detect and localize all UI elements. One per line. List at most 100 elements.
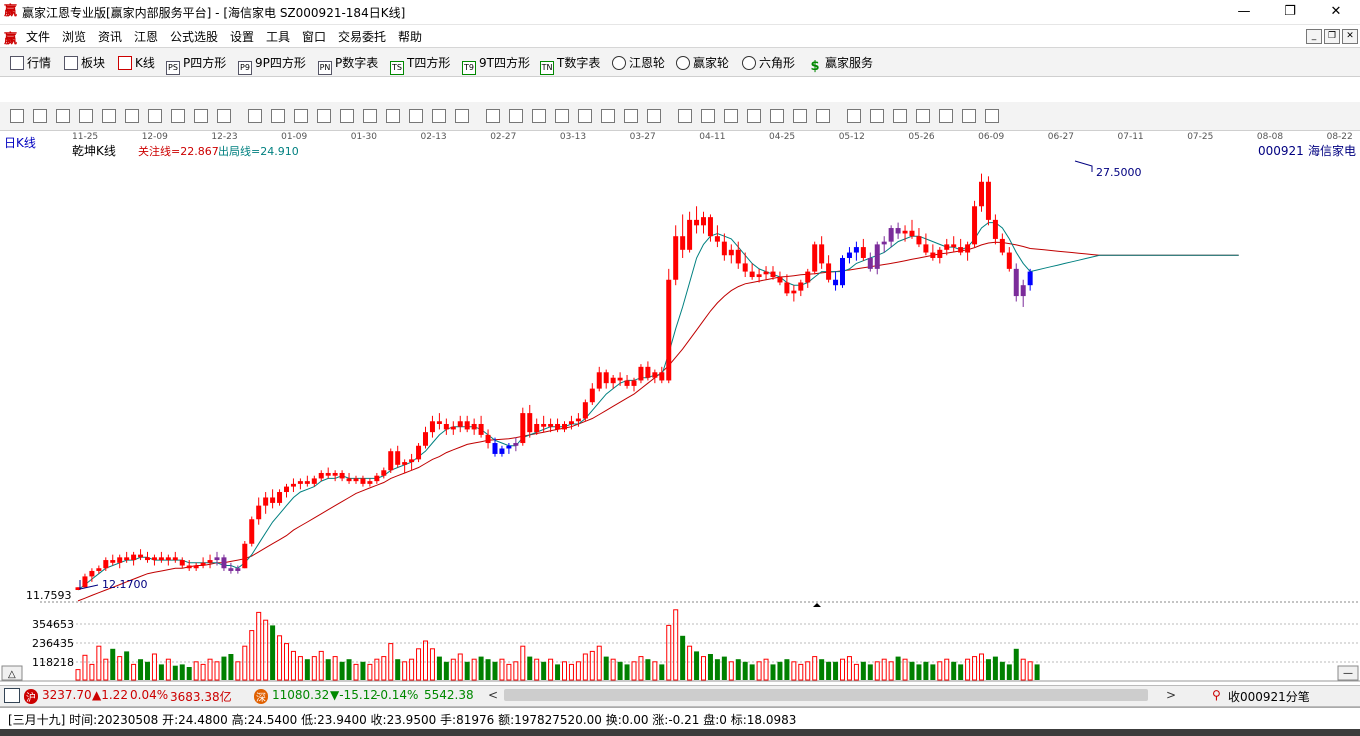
p-square-button[interactable]: PS P四方形	[166, 54, 226, 75]
kline-chart-area[interactable]: 11-25 12-09 12-23 01-09 01-30 02-13 02-27 03-13…	[0, 130, 1360, 685]
candle-body	[1027, 271, 1033, 286]
drawing-tool-27-button[interactable]	[624, 109, 638, 123]
menu-news[interactable]: 资讯	[98, 28, 122, 45]
ma-slow-line	[77, 241, 1239, 602]
drawing-tool-36-button[interactable]	[847, 109, 861, 123]
p-table-button[interactable]: PN P数字表	[318, 54, 378, 75]
volume-bar	[506, 663, 512, 681]
candles	[75, 173, 1033, 591]
winner-wheel-button[interactable]: 赢家轮	[676, 54, 729, 72]
candle-body	[235, 568, 241, 571]
drawing-tool-23-button[interactable]	[532, 109, 546, 123]
volume-bar	[867, 664, 873, 680]
scroll-right-button[interactable]: >	[1166, 688, 1176, 702]
t9-square-button[interactable]: T9 9T四方形	[462, 54, 530, 75]
drawing-tool-22-button[interactable]	[509, 109, 523, 123]
kline-button[interactable]: K线	[118, 54, 155, 72]
mdi-close-button[interactable]: ✕	[1342, 29, 1358, 44]
drawing-tool-2-button[interactable]	[33, 109, 47, 123]
mdi-minimize-button[interactable]: _	[1306, 29, 1322, 44]
drawing-tool-35-button[interactable]	[816, 109, 830, 123]
sector-button[interactable]: 板块	[64, 54, 105, 72]
drawing-tool-26-button[interactable]	[601, 109, 615, 123]
drawing-tool-7-button[interactable]	[148, 109, 162, 123]
date-tick: 06-09	[978, 132, 1004, 142]
volume-bar	[860, 661, 866, 680]
volume-bar	[457, 653, 463, 681]
drawing-tool-13-button[interactable]	[294, 109, 308, 123]
candle-body	[339, 472, 345, 479]
close-button[interactable]: ✕	[1322, 2, 1350, 22]
candle-body	[603, 372, 609, 384]
menu-gann[interactable]: 江恩	[134, 28, 158, 45]
menu-window[interactable]: 窗口	[302, 28, 326, 45]
t-square-button[interactable]: TS T四方形	[390, 54, 450, 75]
volume-bar	[826, 661, 832, 680]
drawing-tool-5-button[interactable]	[102, 109, 116, 123]
drawing-tool-33-button[interactable]	[770, 109, 784, 123]
drawing-tool-18-button[interactable]	[409, 109, 423, 123]
volume-bar	[228, 654, 234, 680]
volume-bar	[805, 661, 811, 681]
drawing-tool-39-button[interactable]	[916, 109, 930, 123]
drawing-tool-42-button[interactable]	[985, 109, 999, 123]
drawing-tool-37-button[interactable]	[870, 109, 884, 123]
hexagon-button[interactable]: 六角形	[742, 54, 795, 72]
drawing-tool-28-button[interactable]	[647, 109, 661, 123]
drawing-tool-9-button[interactable]	[194, 109, 208, 123]
candle-body	[381, 470, 387, 476]
drawing-tool-1-button[interactable]	[10, 109, 24, 123]
drawing-tool-30-button[interactable]	[701, 109, 715, 123]
kline-chart[interactable]: 11-25 12-09 12-23 01-09 01-30 02-13 02-27 03-13…	[0, 130, 1360, 685]
restore-button[interactable]: ❐	[1276, 2, 1304, 22]
menu-browse[interactable]: 浏览	[62, 28, 86, 45]
drawing-tool-14-button[interactable]	[317, 109, 331, 123]
date-tick: 06-27	[1048, 132, 1074, 142]
drawing-tool-4-button[interactable]	[79, 109, 93, 123]
t-table-button[interactable]: TN T数字表	[540, 54, 600, 75]
drawing-tool-38-button[interactable]	[893, 109, 907, 123]
menu-tools[interactable]: 工具	[266, 28, 290, 45]
candle-body	[256, 505, 262, 520]
drawing-tool-41-button[interactable]	[962, 109, 976, 123]
menu-file[interactable]: 文件	[26, 28, 50, 45]
winner-service-button[interactable]: $ 赢家服务	[808, 54, 873, 73]
drawing-tool-17-button[interactable]	[386, 109, 400, 123]
drawing-tool-25-button[interactable]	[578, 109, 592, 123]
gann-wheel-button[interactable]: 江恩轮	[612, 54, 665, 72]
scroll-thumb[interactable]	[504, 689, 1148, 701]
drawing-tool-24-button[interactable]	[555, 109, 569, 123]
menu-help[interactable]: 帮助	[398, 28, 422, 45]
p9-square-button[interactable]: P9 9P四方形	[238, 54, 306, 75]
drawing-tool-20-button[interactable]	[455, 109, 469, 123]
tick-detail-link[interactable]: 收000921分笔	[1228, 688, 1310, 705]
drawing-tool-16-button[interactable]	[363, 109, 377, 123]
candle-body	[402, 462, 408, 465]
drawing-tool-3-button[interactable]	[56, 109, 70, 123]
mdi-restore-button[interactable]: ❐	[1324, 29, 1340, 44]
drawing-tool-21-button[interactable]	[486, 109, 500, 123]
candle-body	[756, 274, 762, 278]
menu-formula[interactable]: 公式选股	[170, 28, 218, 45]
drawing-tool-10-button[interactable]	[217, 109, 231, 123]
candle-body	[617, 377, 623, 381]
menu-trade[interactable]: 交易委托	[338, 28, 386, 45]
drawing-tool-15-button[interactable]	[340, 109, 354, 123]
drawing-tool-6-button[interactable]	[125, 109, 139, 123]
drawing-tool-8-button[interactable]	[171, 109, 185, 123]
menu-settings[interactable]: 设置	[230, 28, 254, 45]
window-title: 赢家江恩专业版[赢家内部服务平台] - [海信家电 SZ000921-184日K…	[22, 6, 406, 20]
drawing-tool-34-button[interactable]	[793, 109, 807, 123]
drawing-tool-40-button[interactable]	[939, 109, 953, 123]
minimize-button[interactable]: —	[1230, 2, 1258, 22]
drawing-tool-19-button[interactable]	[432, 109, 446, 123]
drawing-tool-11-button[interactable]	[248, 109, 262, 123]
drawing-tool-12-button[interactable]	[271, 109, 285, 123]
drawing-tool-32-button[interactable]	[747, 109, 761, 123]
drawing-tool-29-button[interactable]	[678, 109, 692, 123]
candle-body	[979, 181, 984, 207]
drawing-tool-31-button[interactable]	[724, 109, 738, 123]
scroll-left-button[interactable]: <	[488, 688, 498, 702]
index-grid-icon[interactable]	[4, 688, 20, 703]
quote-button[interactable]: 行情	[10, 54, 51, 72]
